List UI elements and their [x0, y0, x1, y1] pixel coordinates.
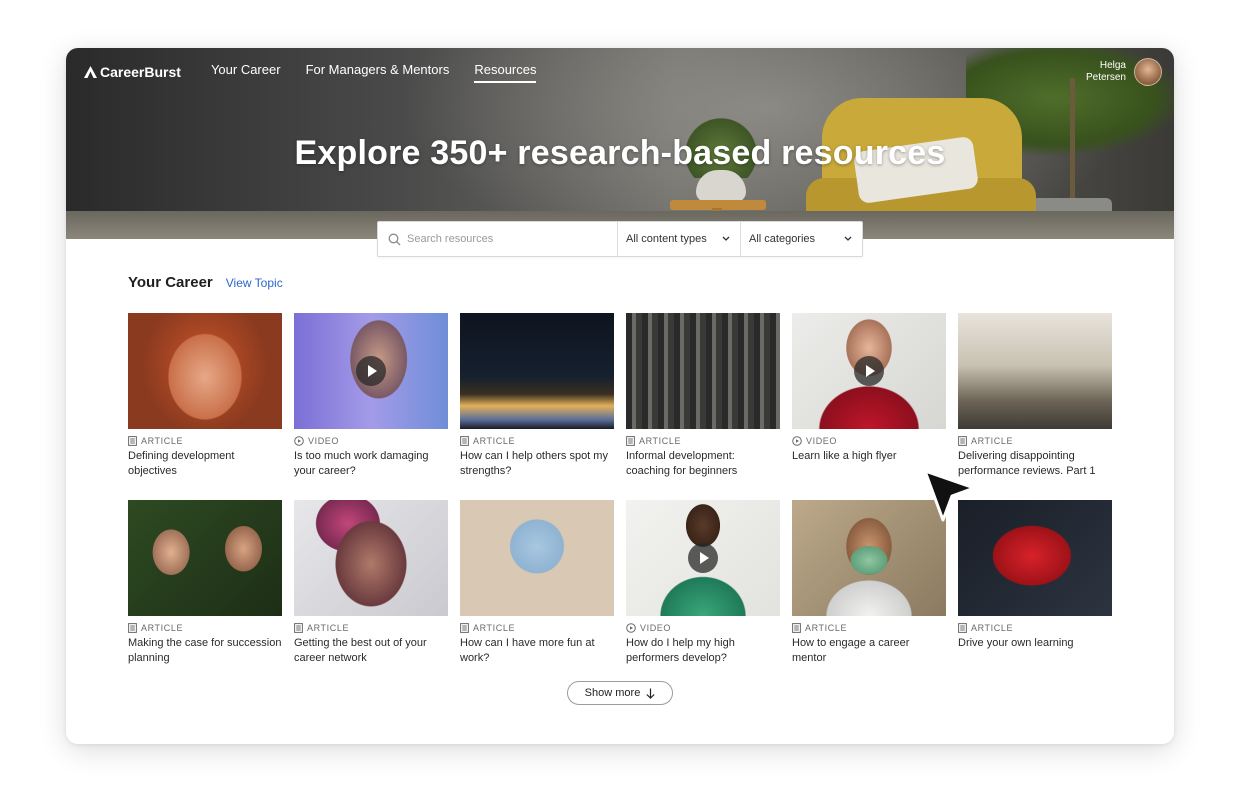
article-icon: [294, 623, 303, 633]
content-type-select[interactable]: All content types: [618, 222, 741, 256]
play-icon[interactable]: [854, 356, 884, 386]
video-icon: [792, 436, 802, 446]
card-type: ARTICLE: [473, 623, 516, 633]
resource-card[interactable]: VIDEO Is too much work damaging your car…: [294, 313, 448, 479]
top-nav: CareerBurst Your Career For Managers & M…: [84, 60, 561, 84]
card-thumbnail[interactable]: [294, 313, 448, 429]
card-type: ARTICLE: [805, 623, 848, 633]
arrow-down-icon: [646, 688, 655, 699]
nav-resources[interactable]: Resources: [474, 62, 537, 83]
article-icon: [460, 436, 469, 446]
section-header: Your Career View Topic: [128, 274, 283, 291]
chevron-down-icon: [722, 236, 730, 241]
hero-banner: CareerBurst Your Career For Managers & M…: [66, 48, 1174, 239]
card-thumbnail[interactable]: [460, 500, 614, 616]
article-icon: [958, 623, 967, 633]
card-title[interactable]: Delivering disappointing performance rev…: [958, 449, 1112, 479]
card-thumbnail[interactable]: [128, 500, 282, 616]
card-type: ARTICLE: [971, 436, 1014, 446]
mouse-cursor-icon: [923, 469, 976, 522]
card-title[interactable]: Making the case for succession planning: [128, 636, 282, 666]
resource-card[interactable]: ARTICLE How to engage a career mentor: [792, 500, 946, 666]
card-title[interactable]: Learn like a high flyer: [792, 449, 946, 464]
play-icon[interactable]: [356, 356, 386, 386]
resource-card[interactable]: ARTICLE How can I help others spot my st…: [460, 313, 614, 479]
article-icon: [128, 436, 137, 446]
resource-card[interactable]: ARTICLE Drive your own learning: [958, 500, 1112, 651]
card-type: VIDEO: [806, 436, 838, 446]
section-title: Your Career: [128, 274, 213, 291]
avatar[interactable]: [1134, 58, 1162, 86]
card-title[interactable]: Getting the best out of your career netw…: [294, 636, 448, 666]
resource-card[interactable]: ARTICLE Making the case for succession p…: [128, 500, 282, 666]
resource-card[interactable]: VIDEO Learn like a high flyer: [792, 313, 946, 464]
nav-managers-mentors[interactable]: For Managers & Mentors: [306, 62, 450, 83]
show-more-button[interactable]: Show more: [567, 681, 673, 705]
card-title[interactable]: How can I have more fun at work?: [460, 636, 614, 666]
article-icon: [128, 623, 137, 633]
card-type: ARTICLE: [141, 436, 184, 446]
card-type: ARTICLE: [639, 436, 682, 446]
resource-card[interactable]: ARTICLE Getting the best out of your car…: [294, 500, 448, 666]
card-type: VIDEO: [640, 623, 672, 633]
card-title[interactable]: Drive your own learning: [958, 636, 1112, 651]
logo-icon: [84, 66, 97, 78]
article-icon: [460, 623, 469, 633]
play-icon[interactable]: [688, 543, 718, 573]
logo[interactable]: CareerBurst: [84, 64, 181, 80]
chevron-down-icon: [844, 236, 852, 241]
card-title[interactable]: How can I help others spot my strengths?: [460, 449, 614, 479]
card-thumbnail[interactable]: [128, 313, 282, 429]
card-thumbnail[interactable]: [460, 313, 614, 429]
card-type: ARTICLE: [971, 623, 1014, 633]
search-input[interactable]: [407, 233, 607, 245]
resource-card[interactable]: ARTICLE How can I have more fun at work?: [460, 500, 614, 666]
hero-title: Explore 350+ research-based resources: [294, 134, 946, 172]
card-title[interactable]: Defining development objectives: [128, 449, 282, 479]
user-menu[interactable]: Helga Petersen: [1066, 58, 1162, 86]
card-thumbnail[interactable]: [958, 313, 1112, 429]
video-icon: [294, 436, 304, 446]
view-topic-link[interactable]: View Topic: [226, 276, 283, 290]
card-type: VIDEO: [308, 436, 340, 446]
search-bar: All content types All categories: [377, 221, 863, 257]
resource-card[interactable]: ARTICLE Defining development objectives: [128, 313, 282, 479]
logo-text: CareerBurst: [100, 64, 181, 80]
card-type: ARTICLE: [141, 623, 184, 633]
article-icon: [626, 436, 635, 446]
card-thumbnail[interactable]: [792, 313, 946, 429]
card-type: ARTICLE: [473, 436, 516, 446]
app-window: CareerBurst Your Career For Managers & M…: [66, 48, 1174, 744]
card-title[interactable]: Is too much work damaging your career?: [294, 449, 448, 479]
article-icon: [792, 623, 801, 633]
card-thumbnail[interactable]: [294, 500, 448, 616]
nav-your-career[interactable]: Your Career: [211, 62, 281, 83]
card-title[interactable]: How do I help my high performers develop…: [626, 636, 780, 666]
video-icon: [626, 623, 636, 633]
card-thumbnail[interactable]: [626, 313, 780, 429]
user-name: Helga Petersen: [1085, 60, 1126, 83]
search-icon: [388, 233, 401, 245]
card-title[interactable]: How to engage a career mentor: [792, 636, 946, 666]
resource-card[interactable]: VIDEO How do I help my high performers d…: [626, 500, 780, 666]
category-select[interactable]: All categories: [741, 222, 862, 256]
card-thumbnail[interactable]: [626, 500, 780, 616]
article-icon: [958, 436, 967, 446]
search-field[interactable]: [378, 222, 618, 256]
card-thumbnail[interactable]: [958, 500, 1112, 616]
card-title[interactable]: Informal development: coaching for begin…: [626, 449, 780, 479]
resource-card[interactable]: ARTICLE Informal development: coaching f…: [626, 313, 780, 479]
resource-card[interactable]: ARTICLE Delivering disappointing perform…: [958, 313, 1112, 479]
card-type: ARTICLE: [307, 623, 350, 633]
